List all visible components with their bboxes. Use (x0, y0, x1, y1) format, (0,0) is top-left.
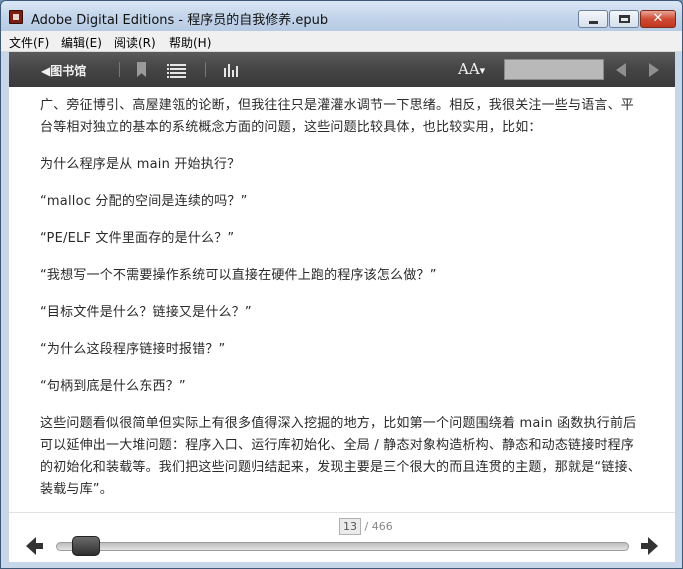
paragraph: 这些问题看似很简单但实际上有很多值得深入挖掘的地方，比如第一个问题围绕着 mai… (40, 416, 641, 497)
window-frame-bottom (1, 562, 682, 568)
paragraph: “句柄到底是什么东西？” (40, 379, 186, 394)
font-size-label: AA (458, 60, 480, 78)
paragraph: “为什么这段程序链接时报错？” (40, 342, 226, 357)
page-slider-track[interactable] (56, 542, 629, 551)
menu-bar: 文件(F) 编辑(E) 阅读(R) 帮助(H) (1, 31, 682, 52)
paragraph: 为什么程序是从 main 开始执行？ (40, 157, 241, 172)
title-bar[interactable]: Adobe Digital Editions - 程序员的自我修养.epub ✕ (1, 1, 682, 31)
menu-help[interactable]: 帮助(H) (169, 34, 211, 51)
minimize-icon (589, 21, 598, 24)
paragraph: “我想写一个不需要操作系统可以直接在硬件上跑的程序该怎么做？” (40, 268, 437, 283)
reader-toolbar: ◀图书馆 AA▾ (9, 52, 675, 87)
paragraph: “目标文件是什么？链接又是什么？” (40, 305, 252, 320)
toolbar-separator (205, 62, 206, 77)
bookmark-icon[interactable] (133, 61, 151, 78)
book-content: 广、旁征博引、高屋建瓴的论断，但我往往只是灌灌水调节一下思绪。相反，我很关注一些… (40, 95, 644, 516)
minimize-button[interactable] (578, 10, 608, 28)
adobe-digital-editions-icon (9, 10, 23, 24)
font-size-icon[interactable]: AA▾ (458, 60, 485, 78)
search-input[interactable] (504, 59, 604, 80)
toolbar-separator (119, 62, 120, 77)
prev-page-icon[interactable] (26, 537, 46, 555)
paragraph: 广、旁征博引、高屋建瓴的论断，但我往往只是灌灌水调节一下思绪。相反，我很关注一些… (40, 98, 635, 135)
menu-read[interactable]: 阅读(R) (114, 34, 156, 51)
toc-icon[interactable] (167, 61, 187, 78)
maximize-button[interactable] (609, 10, 639, 28)
menu-file[interactable]: 文件(F) (9, 34, 49, 51)
total-pages: / 466 (364, 520, 393, 533)
reading-pane: 广、旁征博引、高屋建瓴的论断，但我往往只是灌灌水调节一下思绪。相反，我很关注一些… (9, 87, 675, 512)
arrow-left-icon[interactable] (616, 63, 626, 77)
next-page-icon[interactable] (640, 537, 660, 555)
window-title: Adobe Digital Editions - 程序员的自我修养.epub (31, 13, 329, 28)
stats-icon[interactable] (223, 61, 241, 78)
menu-edit[interactable]: 编辑(E) (61, 34, 102, 51)
maximize-icon (619, 15, 630, 23)
paragraph: “PE/ELF 文件里面存的是什么？” (40, 231, 235, 246)
application-window: Adobe Digital Editions - 程序员的自我修养.epub ✕… (0, 0, 683, 569)
close-button[interactable]: ✕ (640, 10, 676, 28)
library-button[interactable]: ◀图书馆 (41, 62, 86, 79)
paragraph: “malloc 分配的空间是连续的吗？” (40, 194, 248, 209)
navigation-bar: 13 / 466 (9, 512, 675, 562)
arrow-right-icon[interactable] (649, 63, 659, 77)
close-icon: ✕ (652, 11, 664, 26)
page-slider-thumb[interactable] (72, 536, 101, 556)
current-page-field[interactable]: 13 (339, 518, 361, 535)
page-indicator: 13 / 466 (339, 518, 393, 535)
